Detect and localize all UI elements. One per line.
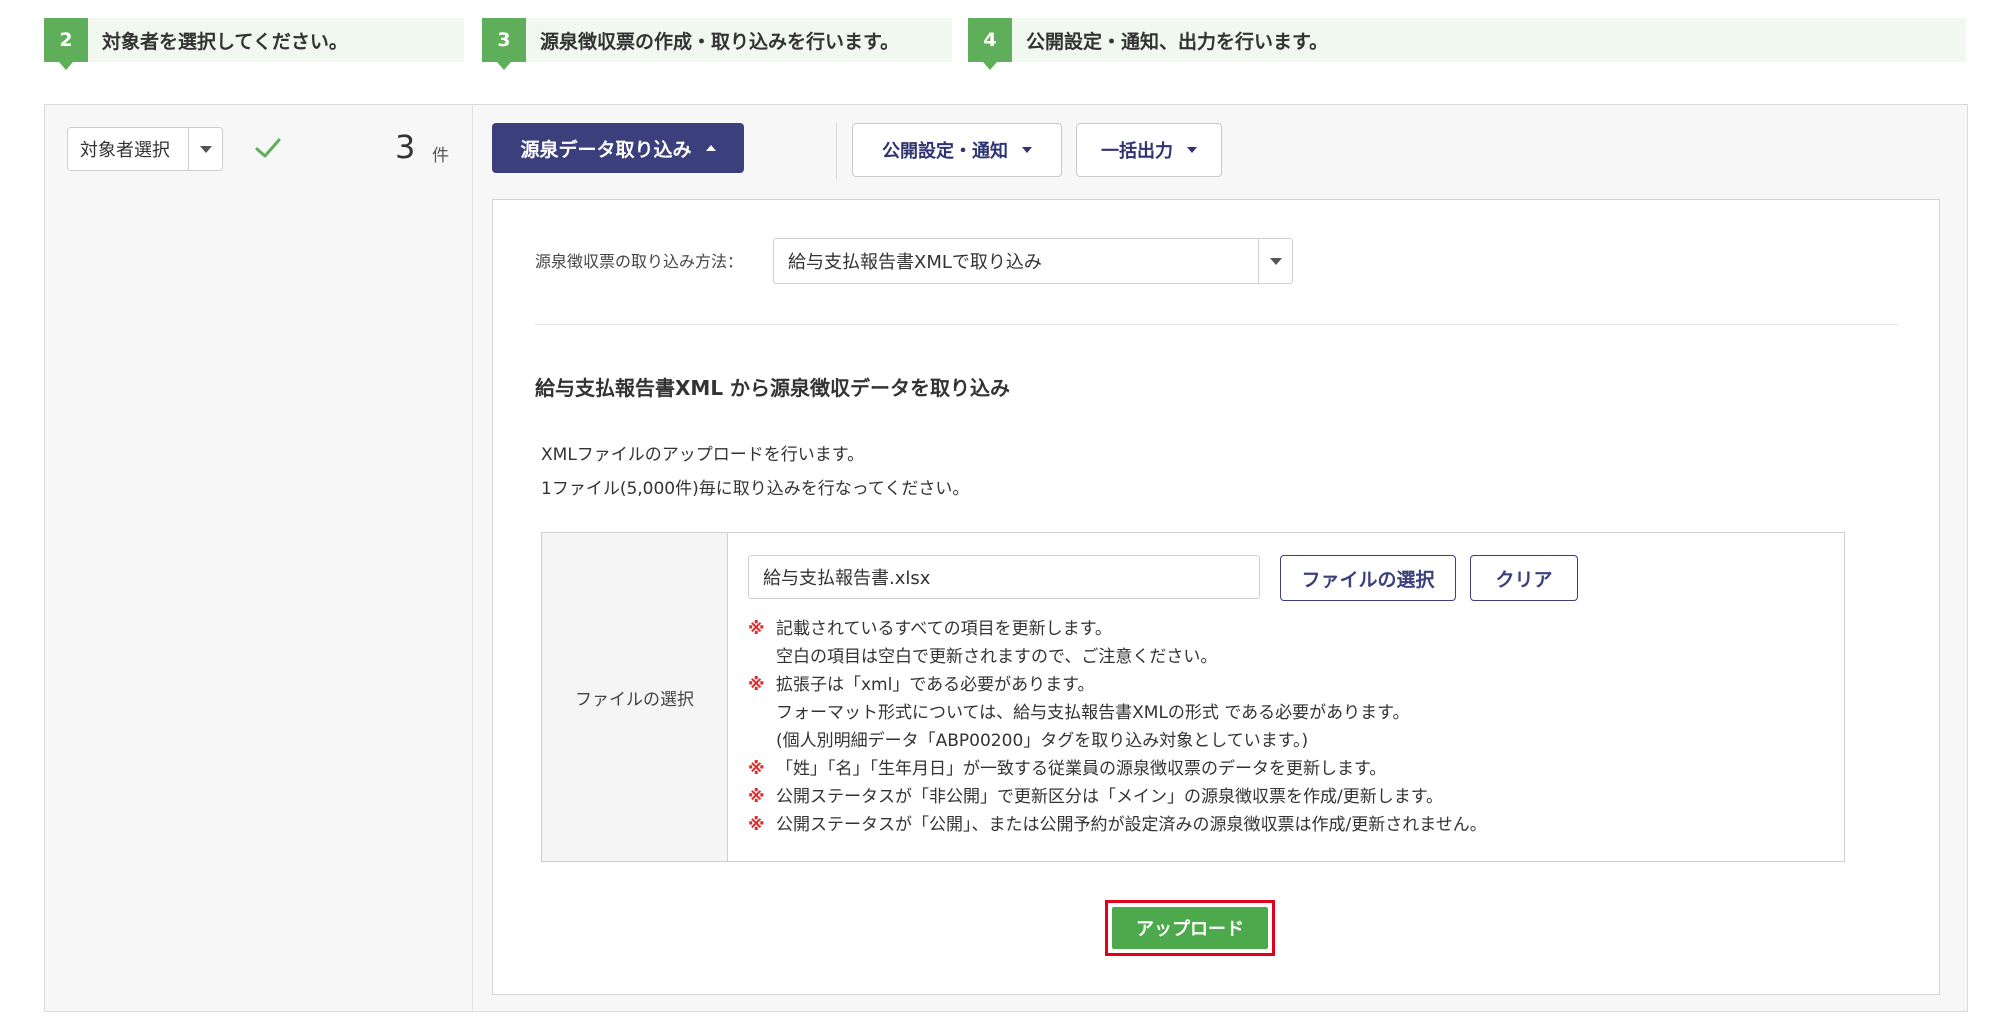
section-title: 給与支払報告書XML から源泉徴収データを取り込み [535, 376, 1011, 400]
note-item: ※ 拡張子は「xml」である必要があります。 [748, 671, 1487, 699]
upload-button[interactable]: アップロード [1112, 907, 1268, 949]
bulk-export-button-label: 一括出力 [1101, 141, 1173, 162]
note-mark: ※ [748, 675, 765, 695]
note-mark: ※ [748, 759, 765, 779]
step-label: 対象者を選択してください。 [102, 30, 348, 53]
note-item: ※ 「姓」「名」「生年月日」が一致する従業員の源泉徴収票のデータを更新します。 [748, 755, 1487, 783]
publish-notify-button[interactable]: 公開設定・通知 [852, 123, 1062, 177]
file-select-header: ファイルの選択 [542, 533, 728, 861]
chevron-down-icon [1022, 147, 1032, 153]
note-text: 公開ステータスが「公開」、または公開予約が設定済みの源泉徴収票は作成/更新されま… [776, 815, 1487, 835]
selected-count: 3 [395, 128, 416, 166]
import-panel: 源泉徴収票の取り込み方法： 給与支払報告書XMLで取り込み 給与支払報告書XML… [492, 199, 1940, 995]
file-select-table: ファイルの選択 給与支払報告書.xlsx ファイルの選択 クリア ※ 記載されて… [541, 532, 1845, 862]
chevron-up-icon [705, 145, 716, 151]
chevron-down-icon [1187, 147, 1197, 153]
note-text: 「姓」「名」「生年月日」が一致する従業員の源泉徴収票のデータを更新します。 [776, 759, 1387, 779]
import-method-select[interactable]: 給与支払報告書XMLで取り込み [773, 238, 1293, 284]
divider [535, 324, 1899, 325]
note-mark: ※ [748, 619, 765, 639]
upload-highlight: アップロード [1105, 900, 1275, 956]
description-line: XMLファイルのアップロードを行います。 [541, 445, 865, 465]
step-label: 源泉徴収票の作成・取り込みを行います。 [540, 30, 900, 53]
import-data-button-label: 源泉データ取り込み [520, 138, 692, 161]
note-item: ※ 記載されているすべての項目を更新します。 [748, 615, 1487, 643]
step-2-header: 2 対象者を選択してください。 [44, 18, 464, 70]
note-text: フォーマット形式については、給与支払報告書XMLの形式 である必要があります。 [776, 703, 1410, 723]
choose-file-button[interactable]: ファイルの選択 [1280, 555, 1456, 601]
import-method-toggle[interactable] [1258, 239, 1292, 283]
note-item: フォーマット形式については、給与支払報告書XMLの形式 である必要があります。 [748, 699, 1487, 727]
note-text: 公開ステータスが「非公開」で更新区分は「メイン」の源泉徴収票を作成/更新します。 [776, 787, 1444, 807]
note-item: ※ 公開ステータスが「非公開」で更新区分は「メイン」の源泉徴収票を作成/更新しま… [748, 783, 1487, 811]
bulk-export-button[interactable]: 一括出力 [1076, 123, 1222, 177]
import-data-button[interactable]: 源泉データ取り込み [492, 123, 744, 173]
action-column: 源泉データ取り込み 公開設定・通知 一括出力 源泉徴収票の取り込み方法： 給与支… [474, 105, 1967, 1011]
target-select-toggle[interactable] [188, 128, 222, 170]
file-select-cell: 給与支払報告書.xlsx ファイルの選択 クリア ※ 記載されているすべての項目… [728, 533, 1844, 861]
import-method-value: 給与支払報告書XMLで取り込み [788, 252, 1042, 273]
check-icon [255, 138, 281, 158]
toolbar-divider [836, 123, 837, 179]
target-selection-column: 対象者選択 3 件 [45, 105, 473, 1011]
step-label: 公開設定・通知、出力を行います。 [1026, 30, 1329, 53]
step-4-header: 4 公開設定・通知、出力を行います。 [968, 18, 1966, 70]
notes-list: ※ 記載されているすべての項目を更新します。 空白の項目は空白で更新されますので… [748, 615, 1487, 839]
step-number-badge: 3 [482, 18, 526, 70]
target-select-label: 対象者選択 [80, 140, 170, 161]
import-method-label: 源泉徴収票の取り込み方法： [535, 252, 744, 271]
file-path-input[interactable]: 給与支払報告書.xlsx [748, 555, 1260, 599]
target-select-dropdown[interactable]: 対象者選択 [67, 127, 223, 171]
step-3-header: 3 源泉徴収票の作成・取り込みを行います。 [482, 18, 952, 70]
note-text: 記載されているすべての項目を更新します。 [776, 619, 1112, 639]
description-line: 1ファイル(5,000件)毎に取り込みを行なってください。 [541, 479, 970, 499]
clear-button[interactable]: クリア [1470, 555, 1578, 601]
chevron-down-icon [1269, 257, 1282, 265]
selected-count-unit: 件 [432, 146, 449, 166]
note-item: 空白の項目は空白で更新されますので、ご注意ください。 [748, 643, 1487, 671]
main-frame: 対象者選択 3 件 源泉データ取り込み 公開設定・通知 一括出力 源泉徴収票の取… [44, 104, 1968, 1012]
note-item: ※ 公開ステータスが「公開」、または公開予約が設定済みの源泉徴収票は作成/更新さ… [748, 811, 1487, 839]
step-number-badge: 4 [968, 18, 1012, 70]
publish-notify-button-label: 公開設定・通知 [882, 141, 1008, 162]
step-number-badge: 2 [44, 18, 88, 70]
chevron-down-icon [199, 145, 212, 153]
note-item: (個人別明細データ「ABP00200」タグを取り込み対象としています。) [748, 727, 1487, 755]
note-mark: ※ [748, 815, 765, 835]
note-text: (個人別明細データ「ABP00200」タグを取り込み対象としています。) [776, 731, 1309, 751]
note-mark: ※ [748, 787, 765, 807]
note-text: 空白の項目は空白で更新されますので、ご注意ください。 [776, 647, 1218, 667]
note-text: 拡張子は「xml」である必要があります。 [776, 675, 1095, 695]
